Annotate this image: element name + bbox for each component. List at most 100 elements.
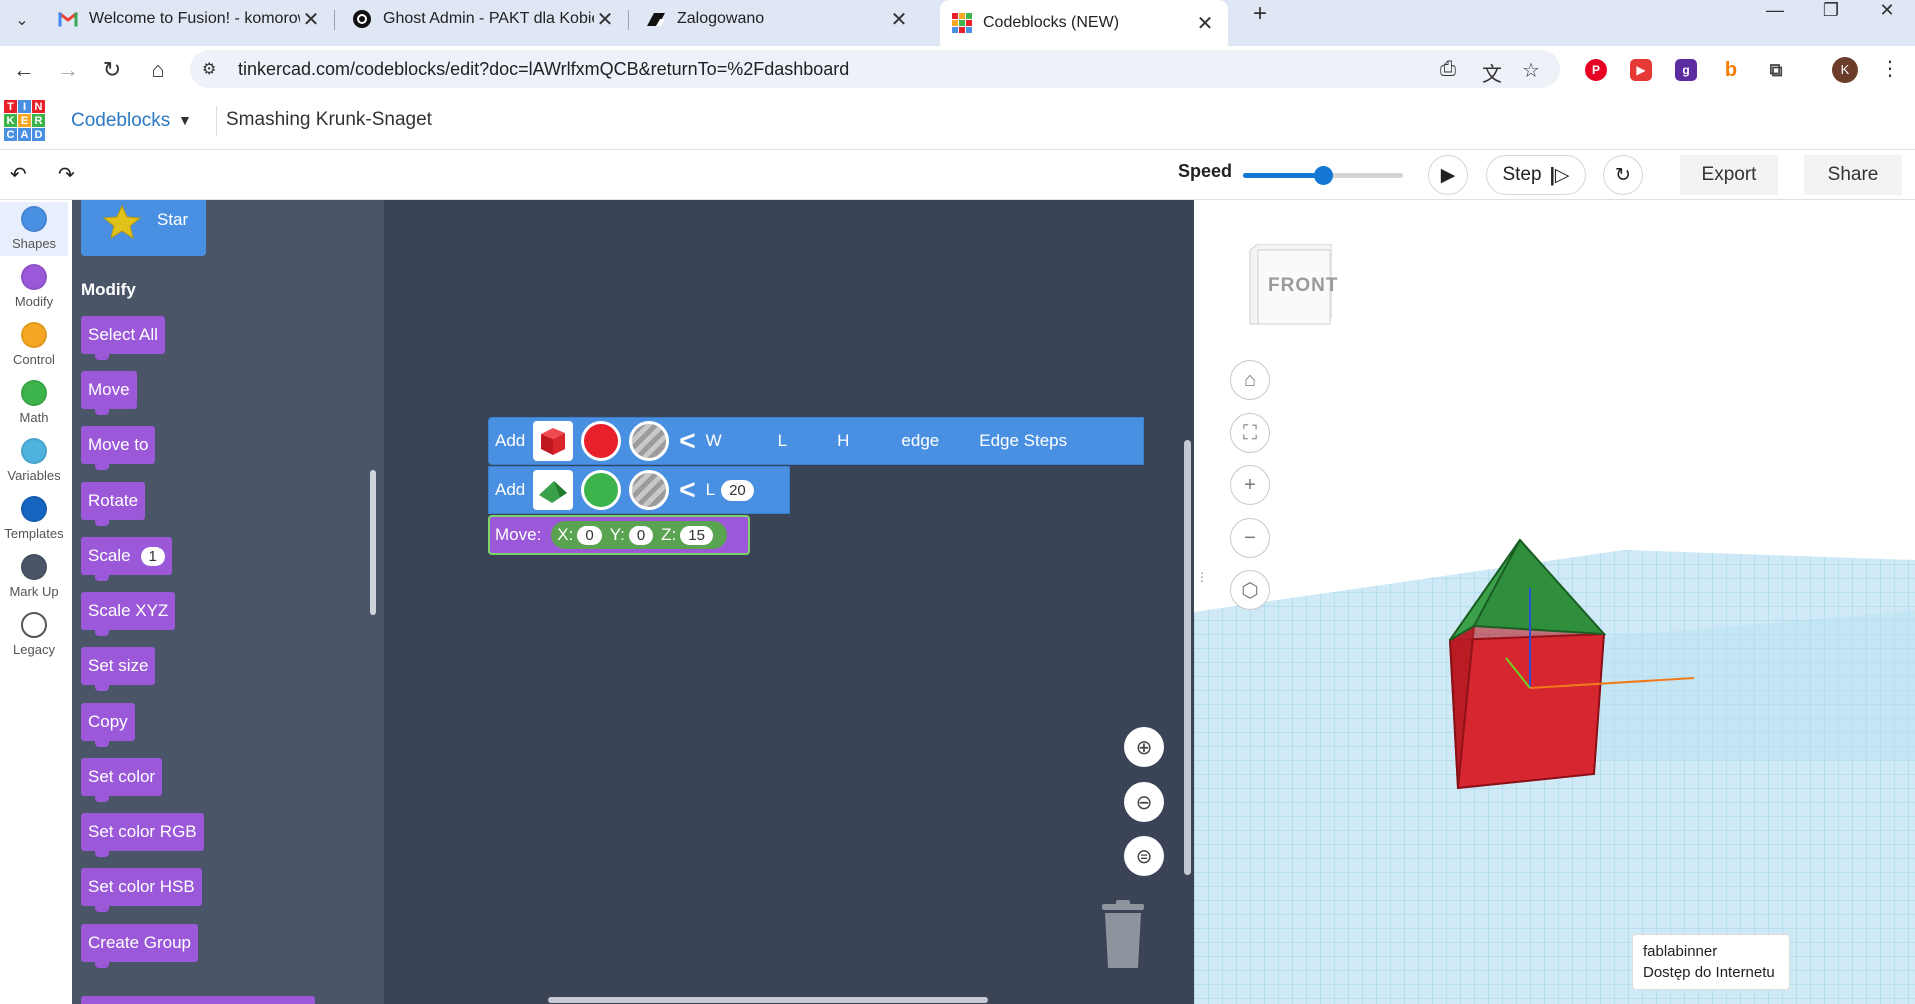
tab-gmail[interactable]: Welcome to Fusion! - komorow ✕ — [46, 0, 334, 38]
view-cube[interactable]: FRONT — [1248, 243, 1337, 330]
bitly-extension-icon[interactable]: b — [1720, 59, 1742, 81]
close-window-button[interactable]: ✕ — [1859, 0, 1915, 24]
translate-icon[interactable]: 文 — [1482, 58, 1502, 87]
code-workspace[interactable] — [384, 200, 1194, 1004]
set-size-block[interactable]: Set size — [81, 647, 156, 691]
home-view-button[interactable]: ⌂ — [1230, 360, 1270, 400]
forward-icon[interactable]: → — [52, 54, 84, 86]
collapse-params-icon[interactable]: < — [679, 474, 695, 506]
param-edge[interactable]: edge — [901, 431, 939, 451]
maximize-button[interactable]: ❐ — [1803, 0, 1859, 24]
step-button[interactable]: Step |▷ — [1486, 155, 1586, 195]
share-button[interactable]: Share — [1804, 155, 1902, 195]
set-color-rgb-block[interactable]: Set color RGB — [81, 813, 204, 857]
category-mark-up[interactable]: Mark Up — [0, 554, 68, 599]
param-l[interactable]: L — [778, 431, 787, 451]
site-settings-icon[interactable]: ⚙ — [202, 59, 216, 79]
bookmark-star-icon[interactable]: ☆ — [1522, 58, 1540, 83]
collapse-params-icon[interactable]: < — [679, 425, 695, 457]
star-shape-block[interactable]: Star — [81, 200, 206, 256]
scale-block[interactable]: Scale 1 — [81, 537, 172, 581]
category-control[interactable]: Control — [0, 322, 68, 367]
speed-slider[interactable] — [1243, 166, 1403, 185]
scale-xyz-block[interactable]: Scale XYZ — [81, 592, 176, 636]
browser-menu-icon[interactable]: ⋮ — [1880, 56, 1900, 81]
category-shapes[interactable]: Shapes — [0, 202, 68, 256]
home-icon[interactable]: ⌂ — [142, 54, 174, 86]
document-title[interactable]: Smashing Krunk-Snaget — [226, 109, 432, 131]
trash-can-icon[interactable] — [1100, 900, 1146, 970]
viewport-zoom-in-button[interactable]: + — [1230, 465, 1270, 505]
tab-zalogowano[interactable]: Zalogowano ✕ — [634, 0, 922, 38]
hole-toggle[interactable] — [629, 470, 670, 510]
hole-toggle[interactable] — [629, 421, 670, 461]
move-block[interactable]: Move — [81, 371, 137, 415]
panel-resize-handle[interactable]: ⋮ — [1196, 570, 1208, 610]
category-modify[interactable]: Modify — [0, 264, 68, 309]
reload-icon[interactable]: ↻ — [96, 54, 128, 86]
param-w[interactable]: W — [706, 431, 722, 451]
z-value-input[interactable]: 15 — [680, 525, 713, 545]
install-app-icon[interactable]: ⎙ — [1440, 58, 1456, 81]
video-extension-icon[interactable]: ▶ — [1630, 59, 1652, 81]
zoom-out-button[interactable]: ⊖ — [1124, 782, 1164, 822]
param-h[interactable]: H — [837, 431, 849, 451]
redo-icon[interactable]: ↷ — [58, 162, 75, 187]
workspace-horizontal-scrollbar[interactable] — [548, 997, 988, 1003]
omnibox[interactable]: ⚙ tinkercad.com/codeblocks/edit?doc=lAWr… — [190, 50, 1560, 88]
app-switcher-label[interactable]: Codeblocks — [71, 110, 170, 132]
tinkercad-logo[interactable]: T I N K E R C A D — [4, 100, 46, 142]
grammar-extension-icon[interactable]: g — [1675, 59, 1697, 81]
workspace-vertical-scrollbar[interactable] — [1184, 440, 1191, 875]
box-shape-thumbnail[interactable] — [533, 421, 574, 461]
extensions-puzzle-icon[interactable]: ⧉ — [1765, 59, 1787, 81]
category-math[interactable]: Math — [0, 380, 68, 425]
set-color-block[interactable]: Set color — [81, 758, 163, 802]
close-tab-icon[interactable]: ✕ — [1194, 11, 1216, 36]
tab-ghost-admin[interactable]: Ghost Admin - PAKT dla Kobiet ✕ — [340, 0, 628, 38]
play-button[interactable]: ▶ — [1428, 155, 1468, 195]
color-swatch-green[interactable] — [581, 470, 622, 510]
export-button[interactable]: Export — [1680, 155, 1778, 195]
url-text[interactable]: tinkercad.com/codeblocks/edit?doc=lAWrlf… — [238, 59, 849, 80]
create-group-block[interactable]: Create Group — [81, 924, 198, 968]
move-to-block[interactable]: Move to — [81, 426, 156, 470]
close-tab-icon[interactable]: ✕ — [594, 7, 616, 32]
back-icon[interactable]: ← — [8, 54, 40, 86]
ortho-view-button[interactable]: ⬡ — [1230, 570, 1270, 610]
partial-block[interactable] — [81, 996, 315, 1004]
zoom-reset-button[interactable]: ⊜ — [1124, 836, 1164, 876]
category-variables[interactable]: Variables — [0, 438, 68, 483]
new-tab-button[interactable]: + — [1242, 0, 1278, 27]
profile-avatar[interactable]: K — [1832, 57, 1858, 83]
param-edge-steps[interactable]: Edge Steps — [979, 431, 1067, 451]
fit-view-button[interactable]: ⛶ — [1230, 413, 1270, 453]
close-tab-icon[interactable]: ✕ — [300, 7, 322, 32]
move-xyz-block[interactable]: Move: X: 0 Y: 0 Z: 15 — [488, 515, 750, 555]
copy-block[interactable]: Copy — [81, 703, 135, 747]
speed-slider-thumb[interactable] — [1314, 166, 1333, 185]
tab-codeblocks[interactable]: Codeblocks (NEW) ✕ — [940, 0, 1228, 46]
roof-shape-thumbnail[interactable] — [533, 470, 574, 510]
select-all-block[interactable]: Select All — [81, 316, 165, 360]
category-legacy[interactable]: Legacy — [0, 612, 68, 657]
reset-button[interactable]: ↻ — [1603, 155, 1643, 195]
add-box-block[interactable]: Add < W L H edge Edge Steps — [488, 417, 1144, 465]
undo-icon[interactable]: ↶ — [10, 162, 27, 187]
rotate-block[interactable]: Rotate — [81, 482, 146, 526]
x-value-input[interactable]: 0 — [577, 525, 602, 545]
tab-search-icon[interactable]: ⌄ — [8, 6, 36, 34]
palette-scrollbar[interactable] — [370, 470, 376, 615]
chevron-down-icon[interactable]: ▼ — [178, 112, 192, 128]
add-roof-block[interactable]: Add < L 20 — [488, 466, 790, 514]
set-color-hsb-block[interactable]: Set color HSB — [81, 868, 202, 912]
y-value-input[interactable]: 0 — [628, 525, 654, 545]
viewport-zoom-out-button[interactable]: − — [1230, 518, 1270, 558]
category-templates[interactable]: Templates — [0, 496, 68, 541]
scale-value-input[interactable]: 1 — [140, 546, 165, 566]
close-tab-icon[interactable]: ✕ — [888, 7, 910, 32]
pinterest-icon[interactable]: P — [1585, 59, 1607, 81]
color-swatch-red[interactable] — [581, 421, 622, 461]
zoom-in-button[interactable]: ⊕ — [1124, 727, 1164, 767]
param-l-value-input[interactable]: 20 — [721, 479, 754, 501]
